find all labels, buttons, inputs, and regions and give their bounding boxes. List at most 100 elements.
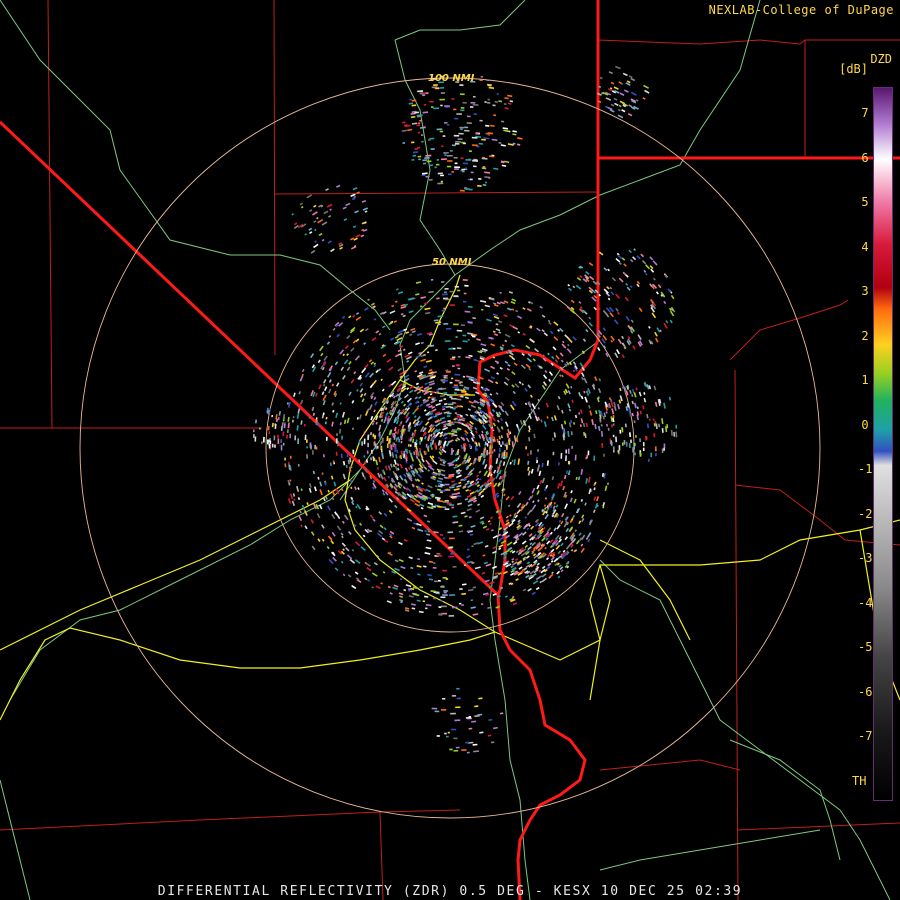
echo-speck [451, 144, 456, 147]
echo-speck [530, 450, 532, 455]
echo-speck [536, 327, 541, 332]
echo-speck [291, 419, 294, 423]
echo-speck [373, 442, 376, 446]
echo-speck [464, 129, 470, 132]
echo-speck [361, 199, 367, 203]
echo-speck [453, 466, 457, 469]
echo-speck [610, 81, 615, 85]
echo-speck [424, 435, 427, 440]
echo-speck [462, 278, 468, 281]
echo-speck [453, 749, 459, 752]
echo-speck [363, 342, 367, 346]
legend-tick: -1 [858, 462, 873, 476]
echo-speck [557, 483, 561, 489]
echo-speck [313, 243, 319, 249]
echo-speck [454, 117, 459, 120]
echo-speck [350, 237, 355, 241]
echo-speck [474, 705, 479, 708]
echo-speck [582, 422, 586, 428]
echo-speck [481, 167, 487, 170]
echo-speck [489, 445, 492, 450]
echo-speck [429, 369, 433, 372]
echo-speck [469, 106, 474, 108]
echo-speck [463, 564, 467, 567]
echo-speck [351, 584, 357, 590]
echo-speck [498, 547, 502, 551]
echo-speck [446, 327, 452, 330]
echo-speck [493, 449, 496, 452]
river-lines [0, 0, 891, 900]
echo-speck [601, 442, 604, 448]
echo-speck [375, 585, 381, 590]
echo-speck [603, 267, 608, 272]
echo-speck [548, 378, 552, 383]
echo-speck [560, 424, 564, 430]
echo-speck [445, 152, 449, 154]
echo-speck [526, 527, 530, 531]
echo-speck [334, 511, 338, 516]
echo-speck [345, 202, 351, 207]
echo-speck [559, 374, 562, 377]
echo-speck [551, 416, 554, 422]
echo-speck [628, 443, 631, 449]
echo-speck [512, 602, 518, 606]
echo-speck [310, 353, 315, 359]
echo-speck [553, 527, 557, 532]
echo-speck [663, 443, 666, 449]
echo-speck [291, 500, 296, 506]
radar-map[interactable] [0, 0, 900, 900]
echo-speck [506, 541, 513, 547]
echo-speck [623, 89, 629, 93]
echo-speck [408, 351, 413, 355]
echo-speck [422, 159, 428, 162]
echo-speck [492, 726, 498, 730]
echo-speck [321, 538, 325, 542]
echo-speck [501, 164, 507, 167]
echo-speck [637, 334, 642, 341]
echo-speck [419, 586, 424, 589]
echo-speck [578, 532, 582, 537]
echo-speck [410, 141, 415, 144]
echo-speck [419, 403, 424, 407]
echo-speck [317, 538, 321, 543]
echo-speck [300, 205, 304, 209]
echo-speck [309, 442, 312, 447]
echo-speck [495, 392, 499, 396]
echo-speck [543, 332, 549, 337]
echo-speck [525, 501, 529, 506]
echo-speck [654, 331, 658, 337]
echo-speck [436, 128, 443, 131]
echo-speck [348, 360, 352, 365]
echo-speck [342, 375, 346, 380]
echo-speck [450, 406, 454, 409]
echo-speck [426, 533, 431, 536]
echo-speck [427, 469, 431, 472]
echo-speck [449, 748, 453, 751]
echo-speck [440, 605, 447, 608]
echo-speck [604, 485, 608, 492]
echo-speck [430, 400, 436, 404]
echo-speck [314, 392, 318, 397]
echo-speck [470, 606, 476, 609]
echo-speck [605, 411, 608, 414]
echo-speck [417, 558, 421, 561]
echo-speck [501, 452, 504, 459]
echo-speck [557, 329, 560, 332]
echo-speck [527, 470, 531, 476]
echo-speck [418, 122, 421, 125]
echo-speck [467, 483, 473, 489]
echo-speck [380, 582, 383, 585]
echo-speck [541, 565, 546, 570]
echo-speck [346, 554, 353, 560]
echo-speck [413, 388, 419, 393]
echo-speck [427, 502, 434, 506]
echo-speck [404, 374, 410, 379]
echo-speck [335, 412, 339, 418]
echo-speck [610, 103, 615, 107]
echo-speck [544, 497, 548, 500]
echo-speck [487, 176, 491, 179]
echo-speck [573, 498, 577, 504]
echo-speck [454, 373, 461, 376]
echo-speck [582, 338, 587, 342]
echo-speck [440, 104, 443, 107]
